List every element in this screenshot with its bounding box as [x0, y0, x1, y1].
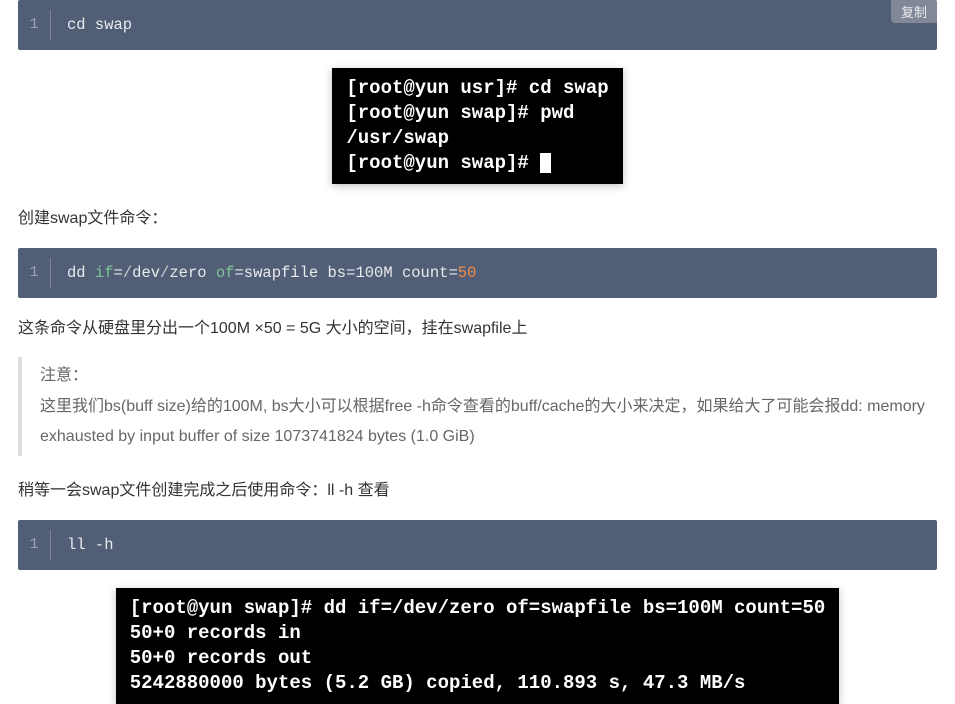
- terminal-line: [root@yun swap]#: [346, 152, 540, 174]
- terminal-line: /usr/swap: [346, 127, 449, 149]
- code-block-cd-swap: 复制 1 cd swap: [18, 0, 937, 50]
- terminal-output-dd: [root@yun swap]# dd if=/dev/zero of=swap…: [116, 588, 840, 704]
- code-content: cd swap: [51, 0, 937, 50]
- code-block-ll-h: 1 ll -h: [18, 520, 937, 570]
- terminal-line: [root@yun usr]# cd swap: [346, 77, 608, 99]
- code-content: ll -h: [51, 520, 937, 570]
- paragraph-create-swap: 创建swap文件命令：: [18, 206, 937, 232]
- copy-button[interactable]: 复制: [891, 0, 937, 23]
- line-number-gutter: 1: [18, 0, 50, 50]
- note-line: 注意：: [40, 361, 937, 391]
- cursor-icon: [540, 153, 551, 173]
- terminal-output-cd-swap: [root@yun usr]# cd swap [root@yun swap]#…: [332, 68, 622, 184]
- note-line: 这里我们bs(buff size)给的100M, bs大小可以根据free -h…: [40, 392, 937, 453]
- line-number: 1: [18, 262, 50, 284]
- paragraph-dd-explain: 这条命令从硬盘里分出一个100M ×50 = 5G 大小的空间，挂在swapfi…: [18, 316, 937, 342]
- line-number-gutter: 1: [18, 248, 50, 298]
- terminal-line: 50+0 records in: [130, 622, 301, 644]
- terminal-line: 5242880000 bytes (5.2 GB) copied, 110.89…: [130, 672, 746, 694]
- terminal-line: 50+0 records out: [130, 647, 312, 669]
- line-number: 1: [18, 14, 50, 36]
- note-block: 注意： 这里我们bs(buff size)给的100M, bs大小可以根据fre…: [18, 357, 937, 456]
- line-number-gutter: 1: [18, 520, 50, 570]
- line-number: 1: [18, 534, 50, 556]
- code-block-dd: 1 dd if=/dev/zero of=swapfile bs=100M co…: [18, 248, 937, 298]
- code-content: dd if=/dev/zero of=swapfile bs=100M coun…: [51, 248, 937, 298]
- terminal-line: [root@yun swap]# pwd: [346, 102, 574, 124]
- paragraph-ll-h: 稍等一会swap文件创建完成之后使用命令：ll -h 查看: [18, 478, 937, 504]
- terminal-line: [root@yun swap]# dd if=/dev/zero of=swap…: [130, 597, 826, 619]
